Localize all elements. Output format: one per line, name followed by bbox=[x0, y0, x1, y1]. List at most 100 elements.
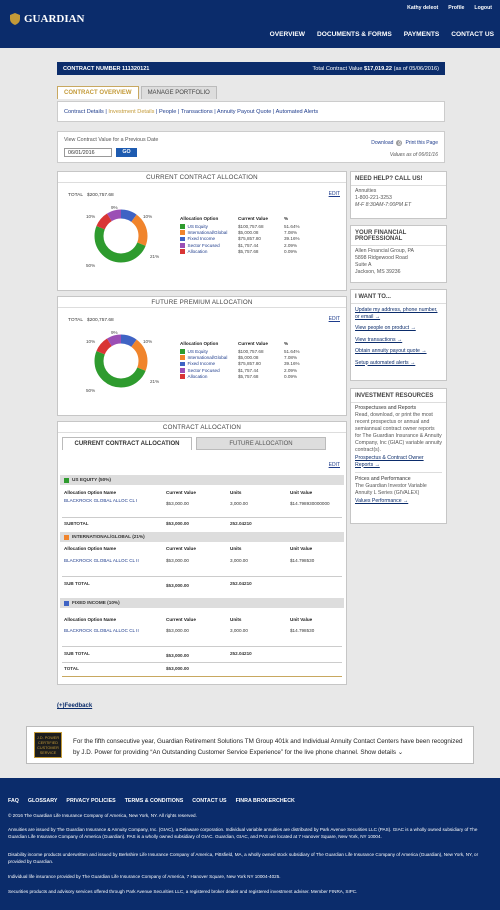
fund-name-link[interactable]: BLACKROCK GLOBAL ALLOC CL I bbox=[64, 498, 137, 503]
tab-contract-overview[interactable]: CONTRACT OVERVIEW bbox=[57, 86, 139, 99]
nav-contact-us[interactable]: CONTACT US bbox=[451, 31, 494, 38]
section-header-us-equity: US EQUITY (50%) bbox=[60, 475, 344, 485]
sub-nav: Contract Details | Investment Details | … bbox=[57, 101, 445, 122]
allocation-table: Allocation Option Current Value% US Equit… bbox=[180, 341, 304, 379]
logo-text: GUARDIAN bbox=[24, 13, 85, 25]
edit-link[interactable]: EDIT bbox=[329, 191, 340, 197]
values-as-of: Values as of 06/01/16 bbox=[389, 152, 438, 158]
footer-nav: FAQ GLOSSARY PRIVACY POLICIES TERMS & CO… bbox=[8, 798, 295, 804]
allocation-row: Sector Focused $1,757.44 2.09% bbox=[180, 242, 304, 248]
panel-title: CURRENT CONTRACT ALLOCATION bbox=[58, 172, 346, 183]
subnav-automated-alerts[interactable]: Automated Alerts bbox=[276, 109, 319, 115]
profile-link[interactable]: Profile bbox=[448, 5, 464, 11]
allocation-table: Allocation Option Current Value% US Equit… bbox=[180, 216, 304, 254]
feedback-link[interactable]: (+)Feedback bbox=[57, 703, 92, 709]
nav-overview[interactable]: OVERVIEW bbox=[270, 31, 305, 38]
view-transactions-link[interactable]: View transactions → bbox=[351, 332, 446, 344]
i-want-to-box: I WANT TO... Update my address, phone nu… bbox=[350, 289, 447, 381]
fund-name-link[interactable]: BLACKROCK GLOBAL ALLOC CL II bbox=[64, 628, 139, 633]
total-value: TOTAL $200,757.68 bbox=[68, 193, 114, 198]
automated-alerts-link[interactable]: Setup automated alerts → bbox=[351, 355, 446, 367]
footer-terms[interactable]: TERMS & CONDITIONS bbox=[125, 798, 184, 804]
site-footer: FAQ GLOSSARY PRIVACY POLICIES TERMS & CO… bbox=[0, 778, 500, 910]
subnav-investment-details[interactable]: Investment Details bbox=[108, 109, 154, 115]
footer-privacy[interactable]: PRIVACY POLICIES bbox=[66, 798, 115, 804]
tab-manage-portfolio[interactable]: MANAGE PORTFOLIO bbox=[140, 86, 217, 99]
allocation-row: International/Global $5,000.08 7.08% bbox=[180, 354, 304, 360]
update-address-link[interactable]: Update my address, phone number, or emai… bbox=[351, 304, 446, 320]
logout-link[interactable]: Logout bbox=[474, 5, 492, 11]
previous-date-label: View Contract Value for a Previous Date bbox=[64, 137, 159, 143]
edit-link[interactable]: EDIT bbox=[329, 462, 340, 468]
view-people-link[interactable]: View people on product → bbox=[351, 320, 446, 332]
user-name[interactable]: Kathy deleot bbox=[407, 5, 438, 11]
donut-label-top: 9% bbox=[111, 205, 118, 210]
panel-title: FUTURE PREMIUM ALLOCATION bbox=[58, 297, 346, 308]
subnav-annuity-payout-quote[interactable]: Annuity Payout Quote bbox=[217, 109, 271, 115]
download-print: Download ⎙ Print this Page bbox=[371, 140, 438, 146]
jd-power-award-badge: J.D. POWER CERTIFIED CUSTOMER SERVICE bbox=[34, 732, 62, 758]
financial-professional-box: YOUR FINANCIAL PROFESSIONAL Allen Financ… bbox=[350, 225, 447, 283]
allocation-row: Fixed Income $75,857.80 39.16% bbox=[180, 236, 304, 242]
legal-disability: Disability income products underwritten … bbox=[8, 852, 479, 864]
copyright: © 2016 The Guardian Life Insurance Compa… bbox=[8, 813, 197, 818]
nav-payments[interactable]: PAYMENTS bbox=[404, 31, 440, 38]
donut-label-top: 9% bbox=[111, 330, 118, 335]
footer-finra[interactable]: FINRA BROKERCHECK bbox=[236, 798, 295, 804]
utility-nav: Kathy deleot Profile Logout bbox=[407, 5, 492, 11]
donut-label-top-left: 10% bbox=[86, 339, 96, 344]
fund-name-link[interactable]: BLACKROCK GLOBAL ALLOC CL II bbox=[64, 558, 139, 563]
footer-glossary[interactable]: GLOSSARY bbox=[28, 798, 58, 804]
future-allocation-panel: FUTURE PREMIUM ALLOCATION EDIT TOTAL $20… bbox=[57, 296, 347, 416]
banner-text[interactable]: For the fifth consecutive year, Guardian… bbox=[73, 736, 469, 758]
values-performance-link[interactable]: Values Performance → bbox=[351, 497, 446, 505]
section-header-international-global: INTERNATIONAL/GLOBAL (21%) bbox=[60, 532, 344, 542]
help-title: NEED HELP? CALL US! bbox=[351, 172, 446, 186]
payout-quote-link[interactable]: Obtain annuity payout quote → bbox=[351, 343, 446, 355]
total-contract-value: Total Contract Value $17,019.22 (as of 0… bbox=[312, 65, 440, 72]
donut-label-top-left: 10% bbox=[86, 214, 96, 219]
resources-title: INVESTMENT RESOURCES bbox=[351, 389, 446, 403]
site-header: GUARDIAN Kathy deleot Profile Logout OVE… bbox=[0, 0, 500, 48]
guardian-logo[interactable]: GUARDIAN bbox=[8, 12, 85, 26]
footer-contact[interactable]: CONTACT US bbox=[192, 798, 226, 804]
help-phone[interactable]: 1-800-221-3253 bbox=[351, 195, 446, 202]
nav-documents-forms[interactable]: DOCUMENTS & FORMS bbox=[317, 31, 392, 38]
allocation-donut-chart bbox=[94, 334, 148, 388]
subnav-contract-details[interactable]: Contract Details bbox=[64, 109, 104, 115]
allocation-row: US Equity $100,757.68 51.64% bbox=[180, 223, 304, 229]
panel-title: CONTRACT ALLOCATION bbox=[58, 422, 346, 433]
shield-icon bbox=[10, 13, 20, 25]
donut-label-bottom-left: 50% bbox=[86, 388, 96, 393]
donut-label-bottom-right: 21% bbox=[150, 254, 160, 259]
main-nav: OVERVIEW DOCUMENTS & FORMS PAYMENTS CONT… bbox=[270, 31, 494, 38]
jd-power-banner: J.D. POWER CERTIFIED CUSTOMER SERVICE Fo… bbox=[26, 726, 474, 764]
current-allocation-panel: CURRENT CONTRACT ALLOCATION EDIT TOTAL $… bbox=[57, 171, 347, 291]
date-input[interactable]: 06/01/2016 bbox=[64, 148, 112, 157]
prospectus-link[interactable]: Prospectus & Contract Owner Reports → bbox=[351, 454, 446, 468]
footer-faq[interactable]: FAQ bbox=[8, 798, 19, 804]
need-help-box: NEED HELP? CALL US! Annuities 1-800-221-… bbox=[350, 171, 447, 219]
professional-name: Allen Financial Group, PA bbox=[355, 248, 415, 254]
go-button[interactable]: GO bbox=[116, 148, 137, 157]
allocation-row: International/Global $5,000.08 7.08% bbox=[180, 229, 304, 235]
print-link[interactable]: Print this Page bbox=[405, 140, 438, 146]
help-line: Annuities bbox=[355, 188, 377, 194]
contract-allocation-panel: CONTRACT ALLOCATION CURRENT CONTRACT ALL… bbox=[57, 421, 347, 685]
edit-link[interactable]: EDIT bbox=[329, 316, 340, 322]
grand-total-value: $53,000.00 bbox=[166, 666, 189, 671]
allocation-row: Allocation $5,757.68 0.09% bbox=[180, 248, 304, 254]
allocation-donut-chart bbox=[94, 209, 148, 263]
tab-future-allocation[interactable]: FUTURE ALLOCATION bbox=[196, 437, 326, 450]
subnav-people[interactable]: People bbox=[159, 109, 176, 115]
total-value: TOTAL $200,757.68 bbox=[68, 318, 114, 323]
download-link[interactable]: Download bbox=[371, 140, 393, 146]
legal-securities: Securities products and advisory service… bbox=[8, 889, 358, 894]
tab-current-contract-allocation[interactable]: CURRENT CONTRACT ALLOCATION bbox=[62, 437, 192, 450]
print-icon[interactable]: ⎙ bbox=[396, 140, 403, 146]
allocation-row: Allocation $5,757.68 0.09% bbox=[180, 373, 304, 379]
contract-tabs: CONTRACT OVERVIEW MANAGE PORTFOLIO bbox=[57, 86, 219, 99]
contract-number: CONTRACT NUMBER 111320121 bbox=[63, 65, 150, 72]
subnav-transactions[interactable]: Transactions bbox=[181, 109, 213, 115]
legal-annuities: Annuities are issued by The Guardian Ins… bbox=[8, 827, 478, 839]
